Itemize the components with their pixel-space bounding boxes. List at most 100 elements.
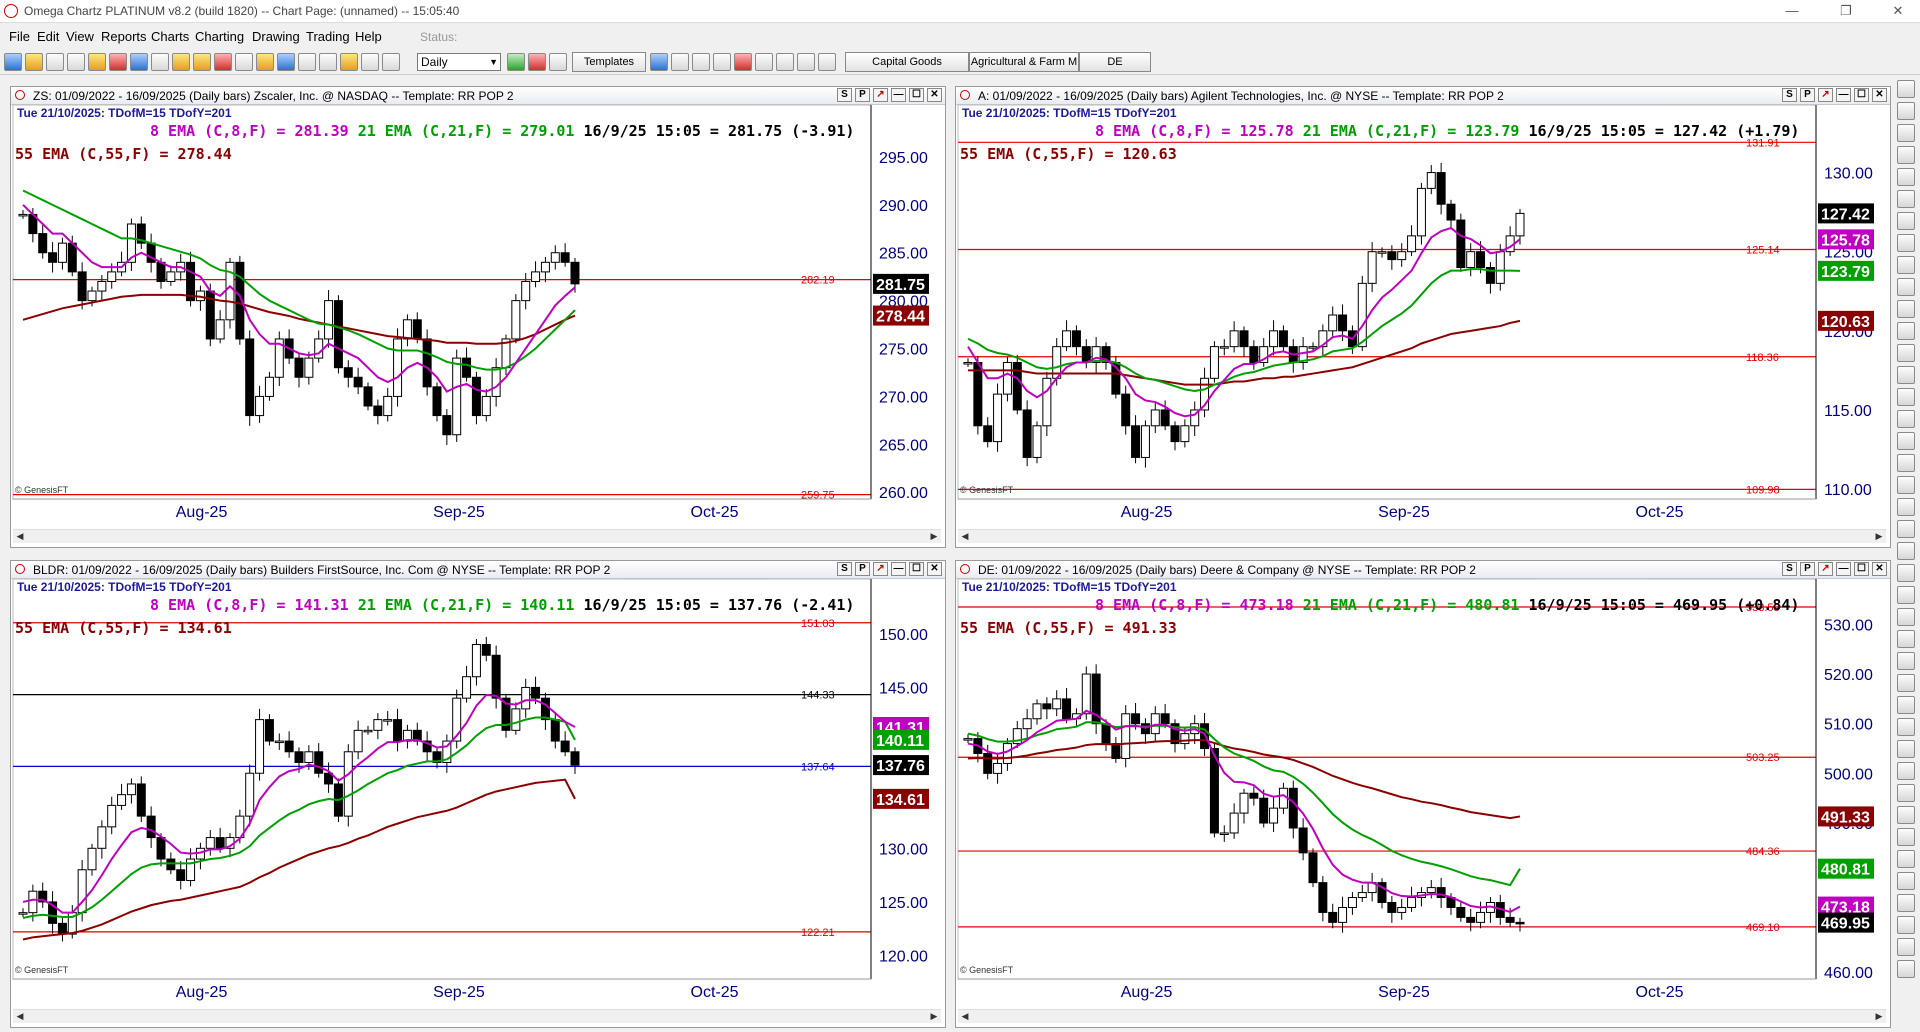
scroll-right-icon[interactable] xyxy=(1897,872,1915,890)
trendline-icon[interactable] xyxy=(1897,168,1915,186)
refresh-icon[interactable] xyxy=(4,53,22,71)
speed-line-icon[interactable] xyxy=(1897,564,1915,582)
arrow-pointer-icon[interactable] xyxy=(1897,80,1915,98)
menu-charts[interactable]: Charts xyxy=(151,29,189,44)
delete-icon[interactable] xyxy=(1897,806,1915,824)
menu-charting[interactable]: Charting xyxy=(195,29,244,44)
zoom-out-icon[interactable] xyxy=(1897,124,1915,142)
line-chart-icon[interactable] xyxy=(549,53,567,71)
collapse-icon[interactable] xyxy=(818,53,836,71)
period-select[interactable]: Daily ▼ xyxy=(417,53,501,71)
menu-file[interactable]: File xyxy=(9,29,30,44)
shape-icon[interactable] xyxy=(1897,366,1915,384)
rectangle-icon[interactable] xyxy=(1897,432,1915,450)
menu-view[interactable]: View xyxy=(66,29,94,44)
save-icon[interactable] xyxy=(67,53,85,71)
scroll-left-arrow-icon[interactable]: ◀ xyxy=(958,1010,972,1023)
minimize-button[interactable]: — xyxy=(1772,2,1812,20)
chart-panel-de[interactable]: DE: 01/09/2022 - 16/09/2025 (Daily bars)… xyxy=(955,560,1891,1028)
cycle-icon[interactable] xyxy=(1897,542,1915,560)
channel-icon[interactable] xyxy=(1897,256,1915,274)
sync-icon[interactable] xyxy=(734,53,752,71)
lock-icon[interactable] xyxy=(382,53,400,71)
brush-icon[interactable] xyxy=(256,53,274,71)
scroll-left-icon[interactable] xyxy=(1897,850,1915,868)
chart-panel-a[interactable]: A: 01/09/2022 - 16/09/2025 (Daily bars) … xyxy=(955,86,1891,548)
scroll-left-arrow-icon[interactable]: ◀ xyxy=(13,530,27,543)
gann-icon[interactable] xyxy=(1897,520,1915,538)
andrews-icon[interactable] xyxy=(1897,498,1915,516)
menu-drawing[interactable]: Drawing xyxy=(252,29,300,44)
tv-icon[interactable] xyxy=(361,53,379,71)
regression-icon[interactable] xyxy=(1897,586,1915,604)
horizontal-scrollbar[interactable]: ◀ ▶ xyxy=(13,1009,941,1023)
vertical-line-icon[interactable] xyxy=(1897,234,1915,252)
settings-icon[interactable] xyxy=(1897,916,1915,934)
scroll-left-arrow-icon[interactable]: ◀ xyxy=(958,530,972,543)
pitchfork-icon[interactable] xyxy=(1897,674,1915,692)
network-icon[interactable] xyxy=(650,53,668,71)
scroll-left-arrow-icon[interactable]: ◀ xyxy=(13,1010,27,1023)
page-tab-capital-goods[interactable]: Capital Goods xyxy=(845,52,969,72)
split-h-icon[interactable] xyxy=(755,53,773,71)
chart-grid-icon[interactable] xyxy=(1897,630,1915,648)
menu-trading[interactable]: Trading xyxy=(306,29,350,44)
horizontal-scrollbar[interactable]: ◀ ▶ xyxy=(958,1009,1886,1023)
fibonacci-icon[interactable] xyxy=(1897,278,1915,296)
zoom-icon[interactable] xyxy=(1897,102,1915,120)
clone-icon[interactable] xyxy=(1897,784,1915,802)
disk-icon[interactable] xyxy=(298,53,316,71)
level-icon[interactable] xyxy=(1897,652,1915,670)
pencil-icon[interactable] xyxy=(172,53,190,71)
grid-icon[interactable] xyxy=(130,53,148,71)
horizontal-scrollbar[interactable]: ◀ ▶ xyxy=(958,529,1886,543)
cursor-icon[interactable] xyxy=(1897,146,1915,164)
horizontal-scrollbar[interactable]: ◀ ▶ xyxy=(13,529,941,543)
horizontal-line-icon[interactable] xyxy=(1897,212,1915,230)
traffic-light-icon[interactable] xyxy=(25,53,43,71)
scroll-right-arrow-icon[interactable]: ▶ xyxy=(927,530,941,543)
magnet-icon[interactable] xyxy=(1897,762,1915,780)
arc-icon[interactable] xyxy=(1897,300,1915,318)
help-icon[interactable] xyxy=(1897,960,1915,978)
measure-icon[interactable] xyxy=(1897,696,1915,714)
ruler-icon[interactable] xyxy=(193,53,211,71)
candle-chart-icon[interactable] xyxy=(528,53,546,71)
circle-icon[interactable] xyxy=(1897,388,1915,406)
scroll-right-arrow-icon[interactable]: ▶ xyxy=(1872,1010,1886,1023)
split-v-icon[interactable] xyxy=(776,53,794,71)
eraser-icon[interactable] xyxy=(235,53,253,71)
crosshair-icon[interactable] xyxy=(319,53,337,71)
page-tab-agricultural[interactable]: Agricultural & Farm M xyxy=(969,52,1079,72)
scroll-right-arrow-icon[interactable]: ▶ xyxy=(1872,530,1886,543)
chart-panel-zs[interactable]: ZS: 01/09/2022 - 16/09/2025 (Daily bars)… xyxy=(10,86,946,548)
print-icon[interactable] xyxy=(1897,938,1915,956)
templates-button[interactable]: Templates xyxy=(572,52,646,72)
bar-chart-icon[interactable] xyxy=(507,53,525,71)
zoom-fit-icon[interactable] xyxy=(1897,828,1915,846)
arrow-up-icon[interactable] xyxy=(1897,454,1915,472)
mail-icon[interactable] xyxy=(88,53,106,71)
expand-icon[interactable] xyxy=(797,53,815,71)
menu-edit[interactable]: Edit xyxy=(37,29,59,44)
list-icon[interactable] xyxy=(151,53,169,71)
menu-reports[interactable]: Reports xyxy=(101,29,147,44)
chart-type-icon[interactable] xyxy=(109,53,127,71)
alert-icon[interactable] xyxy=(1897,718,1915,736)
color-icon[interactable] xyxy=(1897,344,1915,362)
layout-icon[interactable] xyxy=(277,53,295,71)
text-icon[interactable] xyxy=(1897,322,1915,340)
tools-icon[interactable] xyxy=(46,53,64,71)
star-icon[interactable] xyxy=(340,53,358,71)
chart-panel-bldr[interactable]: BLDR: 01/09/2022 - 16/09/2025 (Daily bar… xyxy=(10,560,946,1028)
close-button[interactable]: ✕ xyxy=(1878,2,1918,20)
arrow-down-icon[interactable] xyxy=(1897,476,1915,494)
ray-icon[interactable] xyxy=(1897,190,1915,208)
wave-icon[interactable] xyxy=(1897,740,1915,758)
scroll-right-arrow-icon[interactable]: ▶ xyxy=(927,1010,941,1023)
menu-help[interactable]: Help xyxy=(355,29,382,44)
restore-button[interactable]: ❐ xyxy=(1826,2,1866,20)
table-icon[interactable] xyxy=(1897,608,1915,626)
ladder-icon[interactable] xyxy=(214,53,232,71)
grid-4-icon[interactable] xyxy=(671,53,689,71)
